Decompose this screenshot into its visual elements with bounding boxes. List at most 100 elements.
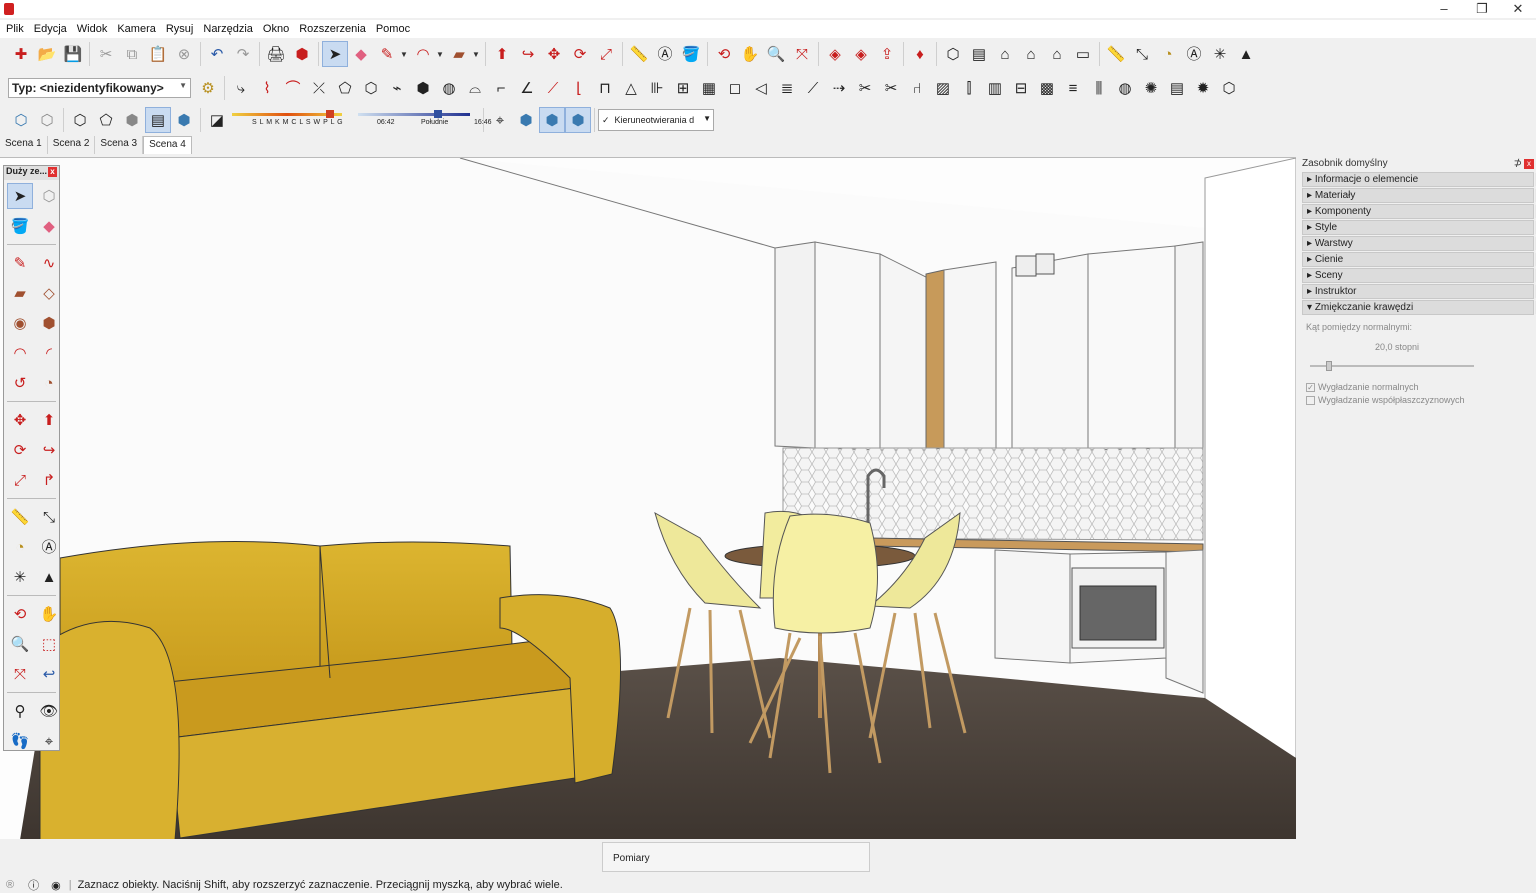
previous-view-icon[interactable]: ↩ — [36, 661, 62, 687]
panel-warstwy[interactable]: ▸ Warstwyx — [1302, 236, 1536, 251]
arc-icon[interactable]: ◠ — [410, 41, 436, 67]
scale-icon[interactable]: ⤢ — [593, 41, 619, 67]
xray-icon[interactable]: ⬡ — [8, 107, 34, 133]
new-file-icon[interactable]: ✚ — [8, 41, 34, 67]
paint-bucket-icon[interactable]: 🪣 — [678, 41, 704, 67]
stripes-icon[interactable]: ▤ — [1164, 75, 1190, 101]
arc-icon[interactable]: ◠ — [7, 340, 33, 366]
corner-icon[interactable]: ⌊ — [566, 75, 592, 101]
position-camera-icon[interactable]: ⚲ — [7, 698, 33, 724]
menu-narzedzia[interactable]: Narzędzia — [203, 23, 253, 35]
paste-icon[interactable]: 📋 — [145, 41, 171, 67]
offset-icon[interactable]: ↱ — [36, 467, 62, 493]
display-section-fill-icon[interactable]: ⬢ — [565, 107, 591, 133]
extension-warehouse-icon[interactable]: ◈ — [848, 41, 874, 67]
select-tool-icon[interactable]: ➤ — [7, 183, 33, 209]
dimension-icon[interactable]: 📏 — [1103, 41, 1129, 67]
three-point-arc-icon[interactable]: ↺ — [7, 370, 33, 396]
cone-icon[interactable]: △ — [618, 75, 644, 101]
user-icon[interactable]: ◉ — [51, 879, 61, 892]
eraser-icon[interactable]: ◆ — [36, 213, 62, 239]
restore-button[interactable]: ❐ — [1464, 0, 1500, 18]
cut-icon[interactable]: ✂ — [93, 41, 119, 67]
section-plane-icon[interactable]: ⌖ — [36, 728, 62, 754]
copy-icon[interactable]: ⧉ — [119, 41, 145, 67]
line-pencil-icon[interactable]: ✎ — [374, 41, 400, 67]
protractor-icon[interactable]: ◔ — [1155, 41, 1181, 67]
menu-widok[interactable]: Widok — [77, 23, 108, 35]
text-icon[interactable]: Ⓐ — [652, 41, 678, 67]
two-point-arc-icon[interactable]: ◜ — [36, 340, 62, 366]
panel-informacje-o-elemencie[interactable]: ▸ Informacje o elemenciex — [1302, 172, 1536, 187]
panel-style[interactable]: ▸ Stylex — [1302, 220, 1536, 235]
rotate-icon[interactable]: ⟳ — [7, 437, 33, 463]
sphere-icon[interactable]: ◍ — [436, 75, 462, 101]
smooth-coplanar-checkbox[interactable] — [1306, 395, 1315, 405]
axes-tool-icon[interactable]: ✳ — [1207, 41, 1233, 67]
orbit-icon[interactable]: ⟲ — [7, 601, 33, 627]
menu-okno[interactable]: Okno — [263, 23, 289, 35]
chevron-down-icon[interactable]: ▼ — [179, 81, 187, 90]
iso-view-icon[interactable]: ⬡ — [940, 41, 966, 67]
bezier-icon[interactable]: ⤷ — [228, 75, 254, 101]
bars-icon[interactable]: ⫼ — [1086, 75, 1112, 101]
back-edges-icon[interactable]: ⬡ — [34, 107, 60, 133]
tab-scena-4[interactable]: Scena 4 — [143, 136, 192, 154]
top-view-icon[interactable]: ▤ — [966, 41, 992, 67]
display-section-planes-icon[interactable]: ⬢ — [513, 107, 539, 133]
geo-location-icon[interactable]: ® — [6, 879, 14, 891]
undo-icon[interactable]: ↶ — [204, 41, 230, 67]
paint-bucket-icon[interactable]: 🪣 — [7, 213, 33, 239]
pan-icon[interactable]: ✋ — [737, 41, 763, 67]
panel-icon[interactable]: ◻ — [722, 75, 748, 101]
fold-icon[interactable]: ⤫ — [306, 75, 332, 101]
panel-instruktor[interactable]: ▸ Instruktorx — [1302, 284, 1536, 299]
scale-icon[interactable]: ⤢ — [7, 467, 33, 493]
tab-scena-1[interactable]: Scena 1 — [0, 136, 48, 154]
measurements-box[interactable]: Pomiary — [602, 842, 870, 872]
front-view-icon[interactable]: ⌂ — [992, 41, 1018, 67]
fillet-icon[interactable]: ⌒ — [280, 75, 306, 101]
cross-line-icon[interactable]: ⟋ — [540, 75, 566, 101]
chair-icon[interactable]: ⑁ — [904, 75, 930, 101]
share-model-icon[interactable]: ⇪ — [874, 41, 900, 67]
rectangle-icon[interactable]: ▰ — [7, 280, 33, 306]
polygon-icon[interactable]: ⬢ — [36, 310, 62, 336]
open-folder-icon[interactable]: 📂 — [34, 41, 60, 67]
left-view-icon[interactable]: ▭ — [1070, 41, 1096, 67]
rotated-rectangle-icon[interactable]: ◇ — [36, 280, 62, 306]
panel-sceny[interactable]: ▸ Scenyx — [1302, 268, 1536, 283]
display-section-cuts-icon[interactable]: ⬢ — [539, 107, 565, 133]
minimize-button[interactable]: – — [1426, 0, 1462, 18]
globe-icon[interactable]: ◍ — [1112, 75, 1138, 101]
axes-icon[interactable]: ⤡ — [1129, 41, 1155, 67]
close-icon[interactable]: x — [1524, 159, 1534, 169]
line-pencil-icon[interactable]: ✎ — [7, 250, 33, 276]
door-icon[interactable]: ⊓ — [592, 75, 618, 101]
hidden-line-icon[interactable]: ⬠ — [93, 107, 119, 133]
arrow-left-icon[interactable]: ◁ — [748, 75, 774, 101]
tag-color-icon[interactable]: ⚙ — [195, 75, 221, 101]
menu-kamera[interactable]: Kamera — [117, 23, 156, 35]
zoom-extents-icon[interactable]: ⤧ — [789, 41, 815, 67]
scissors-icon[interactable]: ✂ — [852, 75, 878, 101]
model-info-icon[interactable]: ⬢ — [289, 41, 315, 67]
follow-me-icon[interactable]: ↪ — [36, 437, 62, 463]
push-pull-icon[interactable]: ⬆ — [489, 41, 515, 67]
mesh-icon[interactable]: ▩ — [1034, 75, 1060, 101]
circle-icon[interactable]: ◉ — [7, 310, 33, 336]
protractor-icon[interactable]: ◔ — [7, 534, 33, 560]
redo-icon[interactable]: ↷ — [230, 41, 256, 67]
fan-icon[interactable]: ✹ — [1190, 75, 1216, 101]
look-around-icon[interactable]: 👁 — [36, 698, 62, 724]
shape-icon[interactable]: ⬠ — [332, 75, 358, 101]
menu-pomoc[interactable]: Pomoc — [376, 23, 410, 35]
right-view-icon[interactable]: ⌂ — [1018, 41, 1044, 67]
print-icon[interactable]: 🖨 — [263, 41, 289, 67]
angle-icon[interactable]: ∠ — [514, 75, 540, 101]
slider-thumb[interactable] — [1325, 361, 1332, 371]
push-pull-icon[interactable]: ⬆ — [36, 407, 62, 433]
warehouse-icon[interactable]: ◈ — [822, 41, 848, 67]
menu-rozszerzenia[interactable]: Rozszerzenia — [299, 23, 366, 35]
erase-selection-icon[interactable]: ⊗ — [171, 41, 197, 67]
